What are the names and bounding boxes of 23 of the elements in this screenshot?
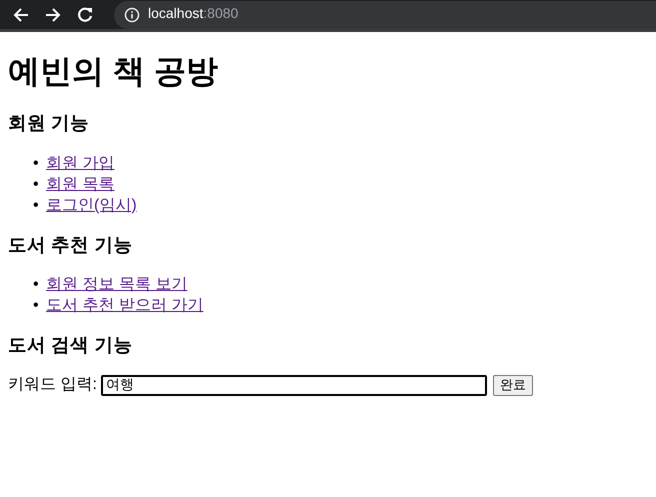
nav-link-text[interactable]: 회원 목록 bbox=[46, 174, 114, 195]
back-arrow-icon[interactable] bbox=[12, 6, 30, 24]
reload-icon[interactable] bbox=[76, 6, 94, 24]
bullet-marker: • bbox=[33, 196, 39, 216]
submit-button[interactable]: 완료 bbox=[492, 374, 533, 396]
keyword-input-field[interactable]: 여행 bbox=[100, 374, 487, 396]
bullet-marker: • bbox=[33, 275, 39, 296]
keyword-label: 키워드 입력: bbox=[8, 374, 97, 395]
bullet-marker: • bbox=[33, 174, 39, 195]
section-heading: 도서 검색 기능 bbox=[8, 334, 134, 357]
section-heading: 회원 기능 bbox=[8, 112, 90, 135]
nav-link-text[interactable]: 로그인(임시) bbox=[46, 194, 137, 216]
info-icon[interactable] bbox=[124, 6, 140, 22]
nav-link-text[interactable]: 회원 정보 목록 보기 bbox=[46, 274, 188, 296]
address-bar[interactable]: localhost:8080 bbox=[114, 0, 656, 28]
bullet-marker: • bbox=[33, 296, 39, 316]
forward-arrow-icon[interactable] bbox=[44, 6, 62, 24]
nav-link-text[interactable]: 회원 가입 bbox=[46, 152, 114, 174]
nav-link-text[interactable]: 도서 추천 받으러 가기 bbox=[46, 295, 204, 316]
bullet-marker: • bbox=[33, 154, 39, 174]
page-title: 예빈의 책 공방 bbox=[8, 52, 219, 90]
url-text: localhost:8080 bbox=[148, 4, 238, 24]
section-heading: 도서 추천 기능 bbox=[8, 234, 134, 256]
